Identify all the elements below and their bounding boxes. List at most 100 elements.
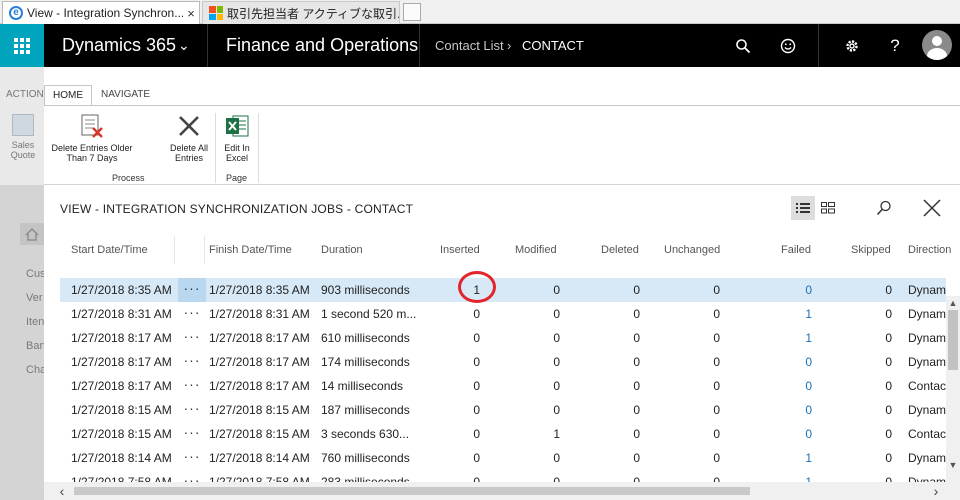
browser-tab-label: 取引先担当者 アクティブな取引...: [227, 6, 399, 21]
filter-search-icon[interactable]: [872, 196, 896, 220]
horizontal-scroll-thumb[interactable]: [74, 487, 750, 495]
delete-all-entries-button[interactable]: Delete All Entries: [166, 113, 212, 163]
gear-icon[interactable]: [835, 24, 869, 67]
column-header-duration[interactable]: Duration: [321, 244, 363, 256]
new-tab-button[interactable]: [403, 3, 421, 21]
column-header-unchanged[interactable]: Unchanged: [664, 244, 720, 256]
cell-modified: 0: [553, 283, 560, 297]
cell-failed[interactable]: 1: [772, 446, 812, 470]
scroll-down-icon[interactable]: ▼: [948, 460, 958, 470]
close-icon[interactable]: [920, 196, 944, 220]
cell-modified: 0: [553, 355, 560, 369]
brand-title[interactable]: Dynamics 365: [62, 24, 176, 67]
cell-skipped: 0: [885, 307, 892, 321]
card-view-button[interactable]: [816, 196, 840, 220]
cell-duration: 187 milliseconds: [321, 403, 410, 417]
cell-failed[interactable]: 0: [772, 422, 812, 446]
cell-start: 1/27/2018 8:35 AM: [71, 283, 172, 297]
cell-skipped: 0: [885, 331, 892, 345]
cell-skipped: 0: [885, 451, 892, 465]
delete-icon: [176, 113, 202, 139]
delete-old-entries-button[interactable]: Delete Entries Older Than 7 Days: [48, 113, 136, 163]
scroll-up-icon[interactable]: ▲: [948, 298, 958, 308]
cell-failed[interactable]: 0: [772, 278, 812, 302]
cell-duration: 14 milliseconds: [321, 379, 404, 393]
action-ribbon: ACTION HOME NAVIGATE Sales Quote Delete …: [0, 67, 960, 185]
column-header-modified[interactable]: Modified: [515, 244, 557, 256]
delete-list-icon: [79, 113, 105, 139]
list-view-icon: [796, 203, 810, 213]
column-header-inserted[interactable]: Inserted: [440, 244, 480, 256]
cell-inserted: 0: [473, 331, 480, 345]
cell-direction: Contac: [908, 379, 946, 393]
ribbon-tab-action[interactable]: ACTION: [2, 85, 48, 105]
column-header-finish[interactable]: Finish Date/Time: [209, 244, 292, 256]
cell-inserted: 0: [473, 451, 480, 465]
cell-start: 1/27/2018 8:17 AM: [71, 355, 172, 369]
help-icon[interactable]: ?: [878, 24, 912, 67]
browser-tab-active[interactable]: e View - Integration Synchron... ×: [2, 1, 200, 24]
table-row[interactable]: ··· 1/27/2018 8:14 AM 1/27/2018 8:14 AM 760…: [60, 446, 946, 470]
ribbon-tab-home[interactable]: HOME: [44, 85, 92, 105]
close-tab-icon[interactable]: ×: [183, 6, 199, 21]
column-header-start[interactable]: Start Date/Time: [71, 244, 148, 256]
browser-tab-inactive[interactable]: 取引先担当者 アクティブな取引...: [202, 1, 400, 24]
edit-in-excel-button[interactable]: Edit In Excel: [220, 113, 254, 163]
cell-finish: 1/27/2018 8:31 AM: [209, 307, 310, 321]
column-header-deleted[interactable]: Deleted: [601, 244, 639, 256]
background-list-item: Iten: [26, 316, 45, 328]
cell-failed[interactable]: 0: [772, 374, 812, 398]
cell-finish: 1/27/2018 8:15 AM: [209, 427, 310, 441]
scroll-left-icon[interactable]: ‹: [54, 482, 70, 500]
ribbon-group-divider: [215, 113, 216, 183]
cell-unchanged: 0: [713, 331, 720, 345]
cell-deleted: 0: [633, 379, 640, 393]
search-icon[interactable]: [726, 24, 760, 67]
cell-deleted: 0: [633, 451, 640, 465]
cell-direction: Dynam: [908, 355, 946, 369]
cell-deleted: 0: [633, 331, 640, 345]
smiley-icon[interactable]: [771, 24, 805, 67]
breadcrumb-contact: CONTACT: [522, 38, 584, 53]
list-view-button[interactable]: [791, 196, 815, 220]
column-header-direction[interactable]: Direction: [908, 244, 951, 256]
card-view-icon: [821, 202, 835, 214]
cell-unchanged: 0: [713, 307, 720, 321]
vertical-scroll-thumb[interactable]: [948, 310, 958, 370]
cell-finish: 1/27/2018 8:17 AM: [209, 355, 310, 369]
cell-failed[interactable]: 0: [772, 350, 812, 374]
table-row[interactable]: ··· 1/27/2018 8:15 AM 1/27/2018 8:15 AM 187…: [60, 398, 946, 422]
table-row[interactable]: ··· 1/27/2018 8:31 AM 1/27/2018 8:31 AM 1 s…: [60, 302, 946, 326]
cell-start: 1/27/2018 8:31 AM: [71, 307, 172, 321]
cell-duration: 903 milliseconds: [321, 283, 410, 297]
table-row[interactable]: ··· 1/27/2018 8:17 AM 1/27/2018 8:17 AM 174…: [60, 350, 946, 374]
cell-modified: 0: [553, 403, 560, 417]
table-row[interactable]: ··· 1/27/2018 8:17 AM 1/27/2018 8:17 AM 610…: [60, 326, 946, 350]
ribbon-tab-navigate[interactable]: NAVIGATE: [93, 85, 158, 105]
table-row[interactable]: ··· 1/27/2018 8:15 AM 1/27/2018 8:15 AM 3 s…: [60, 422, 946, 446]
chevron-right-icon: ›: [507, 38, 512, 53]
cell-failed[interactable]: 1: [772, 326, 812, 350]
scroll-right-icon[interactable]: ›: [928, 482, 944, 500]
chevron-down-icon[interactable]: ⌄: [178, 24, 190, 67]
horizontal-scrollbar[interactable]: ‹ ›: [44, 482, 960, 500]
avatar-icon[interactable]: [922, 30, 952, 60]
vertical-scrollbar[interactable]: ▲ ▼: [946, 296, 960, 482]
app-launcher-button[interactable]: [0, 24, 44, 67]
column-divider: [174, 236, 175, 264]
document-icon: [12, 114, 34, 136]
ribbon-tab-line: [44, 105, 960, 106]
table-row[interactable]: ··· 1/27/2018 8:17 AM 1/27/2018 8:17 AM 14 …: [60, 374, 946, 398]
column-header-skipped[interactable]: Skipped: [851, 244, 891, 256]
cell-deleted: 0: [633, 403, 640, 417]
background-list-item: Ver: [26, 292, 43, 304]
column-header-failed[interactable]: Failed: [781, 244, 811, 256]
cell-skipped: 0: [885, 355, 892, 369]
breadcrumb-contact-list[interactable]: Contact List: [435, 24, 504, 67]
cell-duration: 3 seconds 630...: [321, 427, 410, 441]
cell-failed[interactable]: 1: [772, 302, 812, 326]
table-row[interactable]: ··· 1/27/2018 8:35 AM 1/27/2018 8:35 AM 903…: [60, 278, 946, 302]
ribbon-group-process: Process: [112, 173, 145, 183]
cell-failed[interactable]: 0: [772, 398, 812, 422]
cell-start: 1/27/2018 8:17 AM: [71, 331, 172, 345]
